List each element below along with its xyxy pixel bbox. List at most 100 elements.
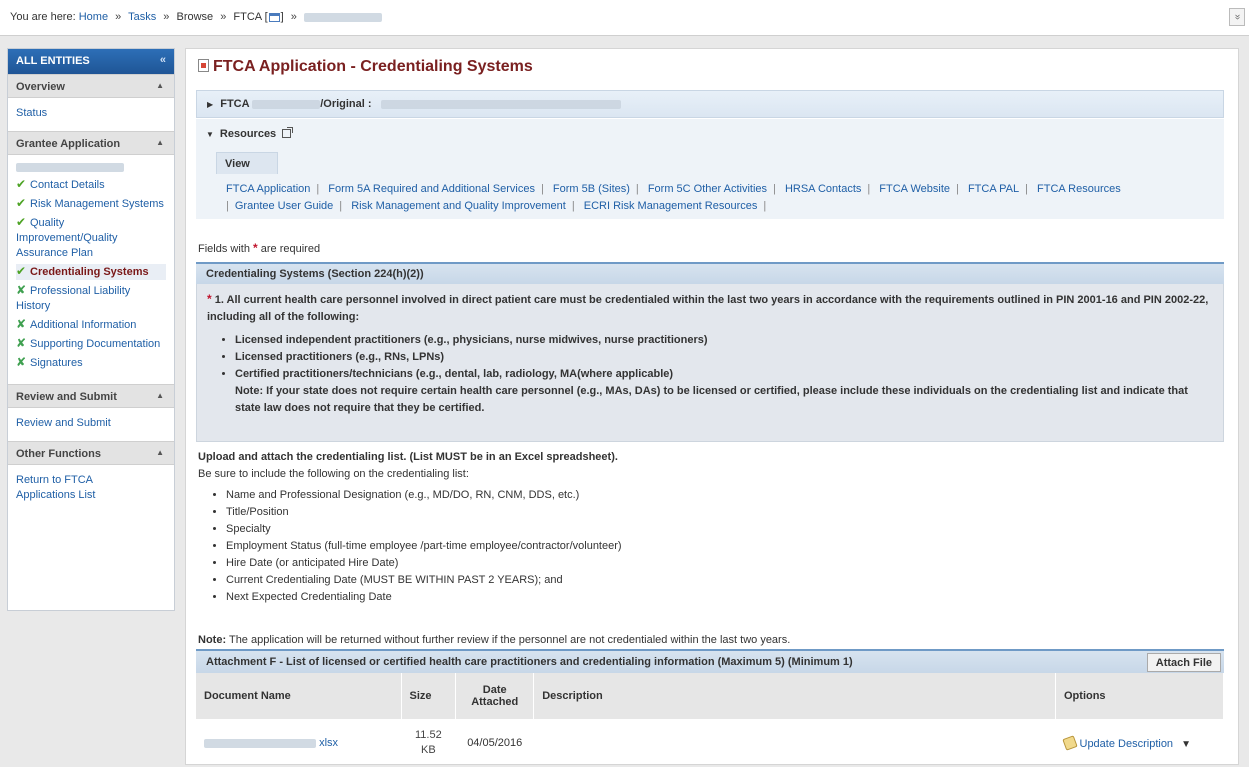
link-ftca-resources[interactable]: FTCA Resources [1037, 183, 1121, 195]
original-label: /Original : [320, 98, 372, 110]
sidebar-item-label: Quality Improvement/Quality Assurance Pl… [16, 217, 118, 259]
external-link-icon[interactable] [282, 127, 294, 138]
attachment-table: Document Name Size Date Attached Descrip… [196, 673, 1224, 767]
incomplete-icon: ✘ [16, 317, 27, 331]
section-header-overview[interactable]: Overview ▲ [8, 74, 174, 98]
separator: | [635, 183, 639, 195]
question-text: 1. All current health care personnel inv… [207, 294, 1209, 323]
link-ftca-website[interactable]: FTCA Website [879, 183, 950, 195]
sidebar-item-quality-improvement[interactable]: ✔ Quality Improvement/Quality Assurance P… [16, 215, 166, 261]
collapse-sidebar-icon[interactable]: « [160, 54, 166, 66]
caret-up-icon: ▲ [156, 138, 164, 147]
document-name-cell[interactable]: xlsx [196, 719, 401, 767]
breadcrumb-tasks-link[interactable]: Tasks [128, 11, 156, 23]
redacted-text [204, 738, 316, 748]
list-item: Employment Status (full-time employee /p… [226, 538, 1218, 555]
link-risk-management-quality[interactable]: Risk Management and Quality Improvement [351, 200, 566, 212]
caret-up-icon: ▲ [156, 448, 164, 457]
sidebar-item-additional-information[interactable]: ✘ Additional Information [16, 317, 166, 333]
required-star-icon: * [207, 292, 212, 306]
credentialing-list-requirements: Name and Professional Designation (e.g.,… [210, 487, 1218, 606]
description-cell [534, 719, 1056, 767]
sidebar-item-credentialing-systems[interactable]: ✔ Credentialing Systems [16, 264, 166, 280]
column-header-size[interactable]: Size [401, 673, 457, 719]
list-item: Name and Professional Designation (e.g.,… [226, 487, 1218, 504]
state-law-note: Note: If your state does not require cer… [235, 385, 1188, 414]
separator: | [956, 183, 959, 195]
sidebar-item-risk-management[interactable]: ✔ Risk Management Systems [16, 196, 166, 212]
sidebar-item-contact-details[interactable]: ✔ Contact Details [16, 177, 166, 193]
link-form-5b[interactable]: Form 5B (Sites) [553, 183, 630, 195]
sidebar-item-label: Professional Liability History [16, 285, 131, 312]
attach-file-button[interactable]: Attach File [1146, 653, 1221, 672]
upload-subtext: Be sure to include the following on the … [198, 468, 469, 480]
separator: | [540, 183, 544, 195]
link-form-5a[interactable]: Form 5A Required and Additional Services [328, 183, 535, 195]
document-icon [198, 59, 209, 72]
dropdown-arrow-icon[interactable]: ▼ [1181, 739, 1191, 750]
redacted-text [303, 12, 382, 22]
ftca-application-bar[interactable]: ▶ FTCA /Original : [196, 90, 1224, 118]
link-ftca-pal[interactable]: FTCA PAL [968, 183, 1019, 195]
caret-up-icon: ▲ [156, 81, 164, 90]
separator: | [867, 183, 871, 195]
link-ecri-resources[interactable]: ECRI Risk Management Resources [584, 200, 758, 212]
section-header-grantee-application[interactable]: Grantee Application ▲ [8, 131, 174, 155]
required-star-icon: * [253, 241, 258, 255]
sidebar-item-supporting-documentation[interactable]: ✘ Supporting Documentation [16, 336, 166, 352]
list-item: Next Expected Credentialing Date [226, 589, 1218, 606]
sidebar-item-label: Credentialing Systems [30, 266, 149, 278]
separator: | [339, 200, 343, 212]
sidebar-header: ALL ENTITIES « [8, 49, 174, 74]
update-description-link[interactable]: Update Description [1080, 738, 1174, 750]
breadcrumb-home-link[interactable]: Home [79, 11, 108, 23]
main-panel: FTCA Application - Credentialing Systems… [185, 48, 1239, 765]
document-link[interactable]: xlsx [319, 737, 338, 749]
column-header-description[interactable]: Description [533, 673, 1056, 719]
practitioner-list: Licensed independent practitioners (e.g.… [219, 332, 1213, 417]
resources-panel: ▼ Resources View FTCA Application | Form 5… [196, 119, 1224, 219]
resources-header[interactable]: ▼ Resources [206, 127, 294, 140]
breadcrumb-bar: You are here: Home » Tasks » Browse » FT… [0, 0, 1249, 36]
breadcrumb-ftca-close: ] [280, 11, 284, 23]
table-header-row: Document Name Size Date Attached Descrip… [196, 673, 1224, 719]
list-item: Certified practitioners/technicians (e.g… [235, 366, 1213, 417]
sidebar-item-status[interactable]: Status [16, 106, 166, 121]
date-cell: 04/05/2016 [467, 737, 523, 749]
sidebar-item-label: Supporting Documentation [30, 338, 161, 350]
sidebar-item-review-submit[interactable]: Review and Submit [16, 416, 166, 431]
sidebar-item-professional-liability[interactable]: ✘ Professional Liability History [16, 283, 166, 314]
link-grantee-user-guide[interactable]: Grantee User Guide [235, 200, 333, 212]
check-icon: ✔ [16, 215, 27, 229]
section-header-other-functions[interactable]: Other Functions ▲ [8, 441, 174, 465]
list-item: Hire Date (or anticipated Hire Date) [226, 555, 1218, 572]
tab-view[interactable]: View [216, 152, 278, 174]
options-cell: Update Description ▼ [1056, 719, 1224, 767]
sidebar-item-signatures[interactable]: ✘ Signatures [16, 355, 166, 371]
calendar-icon[interactable] [268, 12, 280, 22]
column-header-date-attached[interactable]: Date Attached [455, 673, 535, 719]
sidebar: ALL ENTITIES « Overview ▲ Status Grantee… [7, 48, 175, 611]
column-header-document-name[interactable]: Document Name [196, 673, 402, 719]
link-ftca-application[interactable]: FTCA Application [226, 183, 310, 195]
sidebar-item-return-list[interactable]: Return to FTCA Applications List [16, 473, 116, 503]
breadcrumb-separator: » [115, 11, 122, 23]
section-header-review-submit[interactable]: Review and Submit ▲ [8, 384, 174, 408]
page-title: FTCA Application - Credentialing Systems [198, 58, 533, 76]
section-title: Review and Submit [16, 391, 117, 403]
collapse-header-button[interactable]: » [1229, 8, 1245, 26]
separator: | [571, 200, 575, 212]
link-form-5c[interactable]: Form 5C Other Activities [648, 183, 767, 195]
separator: | [763, 200, 767, 212]
upload-instructions: Upload and attach the credentialing list… [198, 449, 1218, 606]
expand-triangle-icon: ▶ [207, 100, 214, 109]
return-warning-note: Note: The application will be returned w… [198, 634, 790, 646]
link-hrsa-contacts[interactable]: HRSA Contacts [785, 183, 861, 195]
breadcrumb-prefix: You are here: [10, 11, 76, 23]
sidebar-item-label: Signatures [30, 357, 83, 369]
section-title: Grantee Application [16, 138, 121, 150]
check-icon: ✔ [16, 264, 27, 278]
column-header-options[interactable]: Options [1055, 673, 1224, 719]
breadcrumb-separator: » [163, 11, 170, 23]
breadcrumb-browse: Browse [176, 11, 214, 23]
